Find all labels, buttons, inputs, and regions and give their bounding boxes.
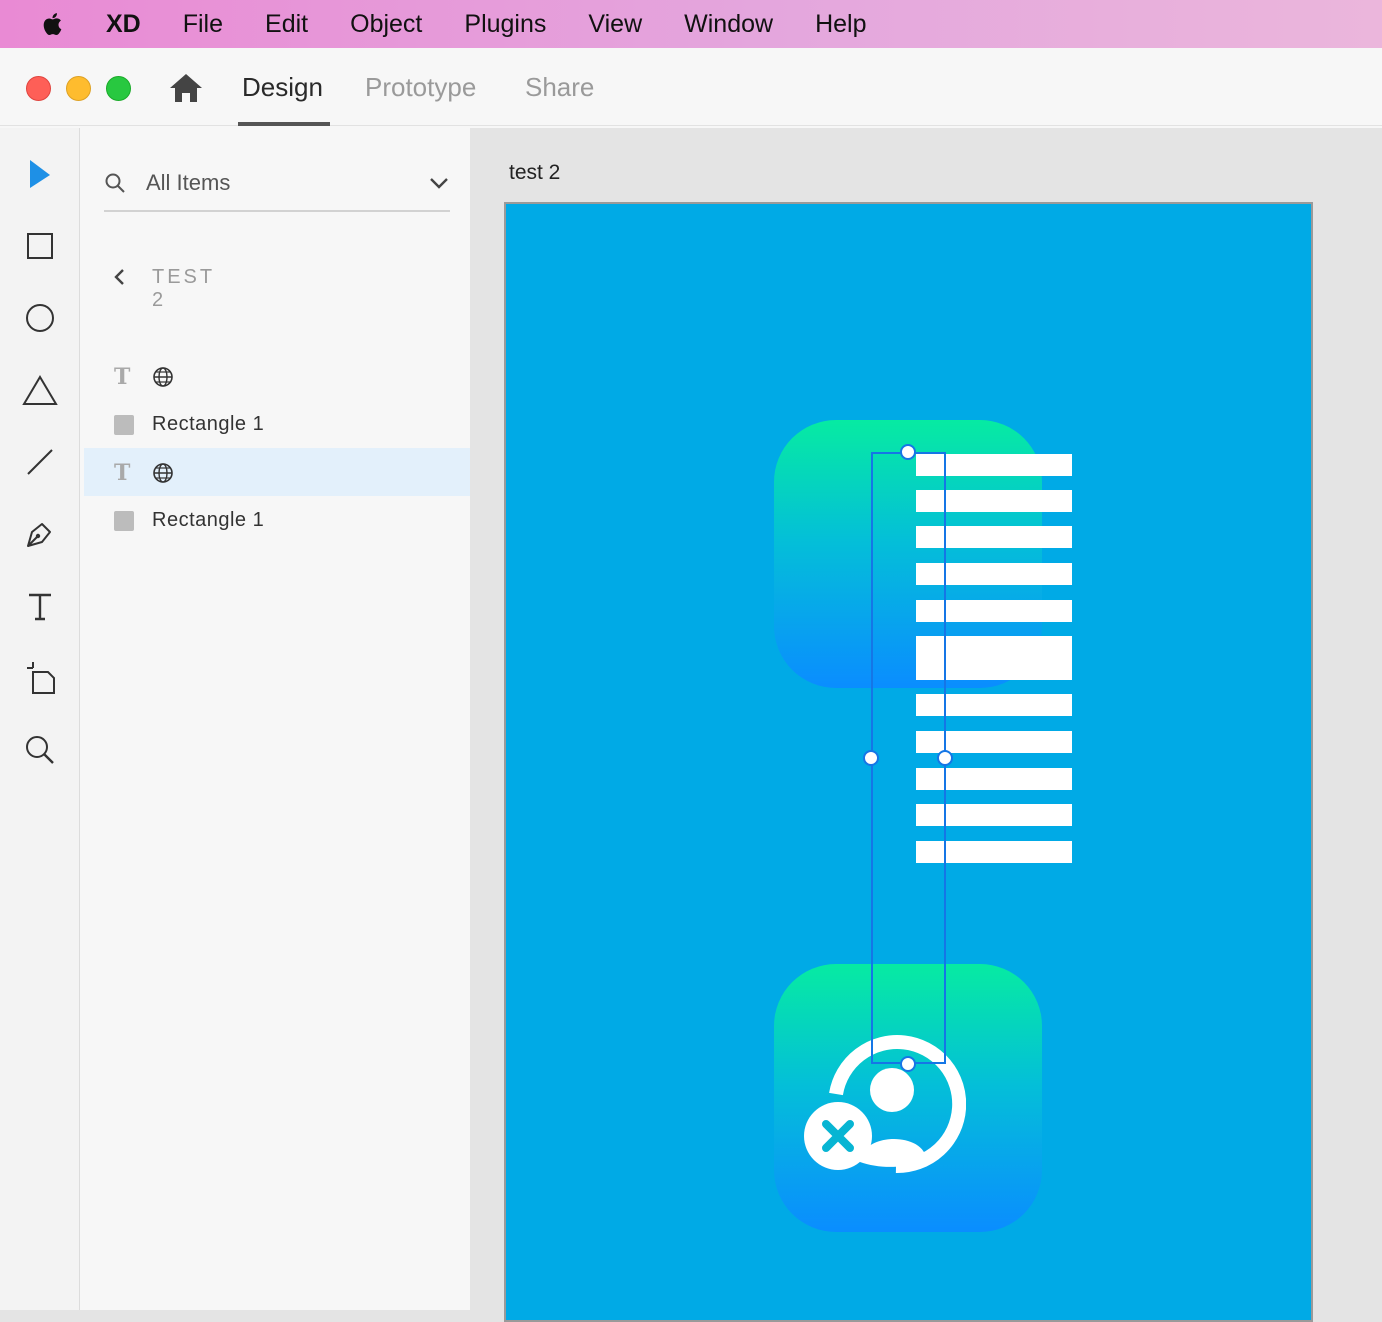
- pen-tool[interactable]: [18, 512, 62, 556]
- resize-handle-top[interactable]: [900, 444, 916, 460]
- menu-help[interactable]: Help: [815, 10, 866, 39]
- breadcrumb-artboard-name: TEST 2: [152, 266, 215, 311]
- layer-row-text-1[interactable]: T: [84, 352, 470, 400]
- apple-logo-icon[interactable]: [38, 9, 68, 39]
- line-tool[interactable]: [18, 440, 62, 484]
- home-icon[interactable]: [168, 72, 204, 104]
- globe-icon: [153, 463, 173, 483]
- text-layer-icon: T: [114, 460, 131, 486]
- layer-name: Rectangle 1: [152, 413, 265, 435]
- select-arrow-icon: [30, 160, 50, 188]
- tab-prototype[interactable]: Prototype: [365, 72, 476, 103]
- chevron-down-icon: [430, 178, 448, 189]
- artboard[interactable]: [504, 202, 1313, 1322]
- menu-xd[interactable]: XD: [106, 10, 141, 39]
- filter-label: All Items: [146, 170, 231, 195]
- text-t-icon: [29, 593, 51, 621]
- zoom-window-button[interactable]: [106, 76, 131, 101]
- menu-plugins[interactable]: Plugins: [464, 10, 546, 39]
- xd-window: Design Prototype Share All Items TEST 2 …: [0, 48, 1382, 1322]
- selection-bounding-box[interactable]: [871, 452, 946, 1064]
- layer-row-rectangle-1[interactable]: Rectangle 1: [84, 400, 470, 448]
- layer-name: Rectangle 1: [152, 509, 265, 531]
- globe-icon: [153, 367, 173, 387]
- ellipse-icon: [26, 304, 54, 332]
- select-tool[interactable]: [18, 152, 62, 196]
- rectangle-tool[interactable]: [18, 224, 62, 268]
- design-canvas[interactable]: test 2: [470, 128, 1382, 1322]
- layer-row-text-2[interactable]: T: [84, 448, 470, 496]
- layers-panel: All Items TEST 2 T Rectangle 1 T Rectang…: [84, 128, 470, 1310]
- title-bar: Design Prototype Share: [0, 48, 1382, 126]
- layers-filter-dropdown[interactable]: All Items: [104, 164, 450, 212]
- menu-window[interactable]: Window: [684, 10, 773, 39]
- resize-handle-bottom[interactable]: [900, 1056, 916, 1072]
- artboard-icon: [27, 662, 55, 694]
- active-tab-indicator: [238, 122, 330, 126]
- triangle-icon: [22, 375, 58, 405]
- menu-file[interactable]: File: [183, 10, 223, 39]
- artboard-tool[interactable]: [18, 656, 62, 700]
- menu-edit[interactable]: Edit: [265, 10, 308, 39]
- polygon-tool[interactable]: [18, 368, 62, 412]
- search-icon: [105, 173, 125, 193]
- magnifier-icon: [26, 736, 54, 764]
- rectangle-layer-icon: [114, 511, 134, 531]
- text-tool[interactable]: [18, 584, 62, 628]
- resize-handle-right[interactable]: [937, 750, 953, 766]
- artboard-title[interactable]: test 2: [509, 161, 560, 185]
- menu-bar: XD File Edit Object Plugins View Window …: [0, 0, 1382, 48]
- rectangle-layer-icon: [114, 415, 134, 435]
- ellipse-tool[interactable]: [18, 296, 62, 340]
- chevron-left-icon[interactable]: [112, 266, 128, 288]
- resize-handle-left[interactable]: [863, 750, 879, 766]
- rectangle-icon: [27, 233, 53, 259]
- tab-share[interactable]: Share: [525, 72, 594, 103]
- zoom-tool[interactable]: [18, 728, 62, 772]
- tools-toolbar: [0, 128, 80, 1310]
- pen-icon: [27, 523, 51, 547]
- close-window-button[interactable]: [26, 76, 51, 101]
- text-layer-icon: T: [114, 364, 131, 390]
- line-icon: [27, 449, 53, 475]
- tab-design[interactable]: Design: [242, 72, 323, 103]
- menu-object[interactable]: Object: [350, 10, 422, 39]
- menu-view[interactable]: View: [588, 10, 642, 39]
- minimize-window-button[interactable]: [66, 76, 91, 101]
- layer-row-rectangle-2[interactable]: Rectangle 1: [84, 496, 470, 544]
